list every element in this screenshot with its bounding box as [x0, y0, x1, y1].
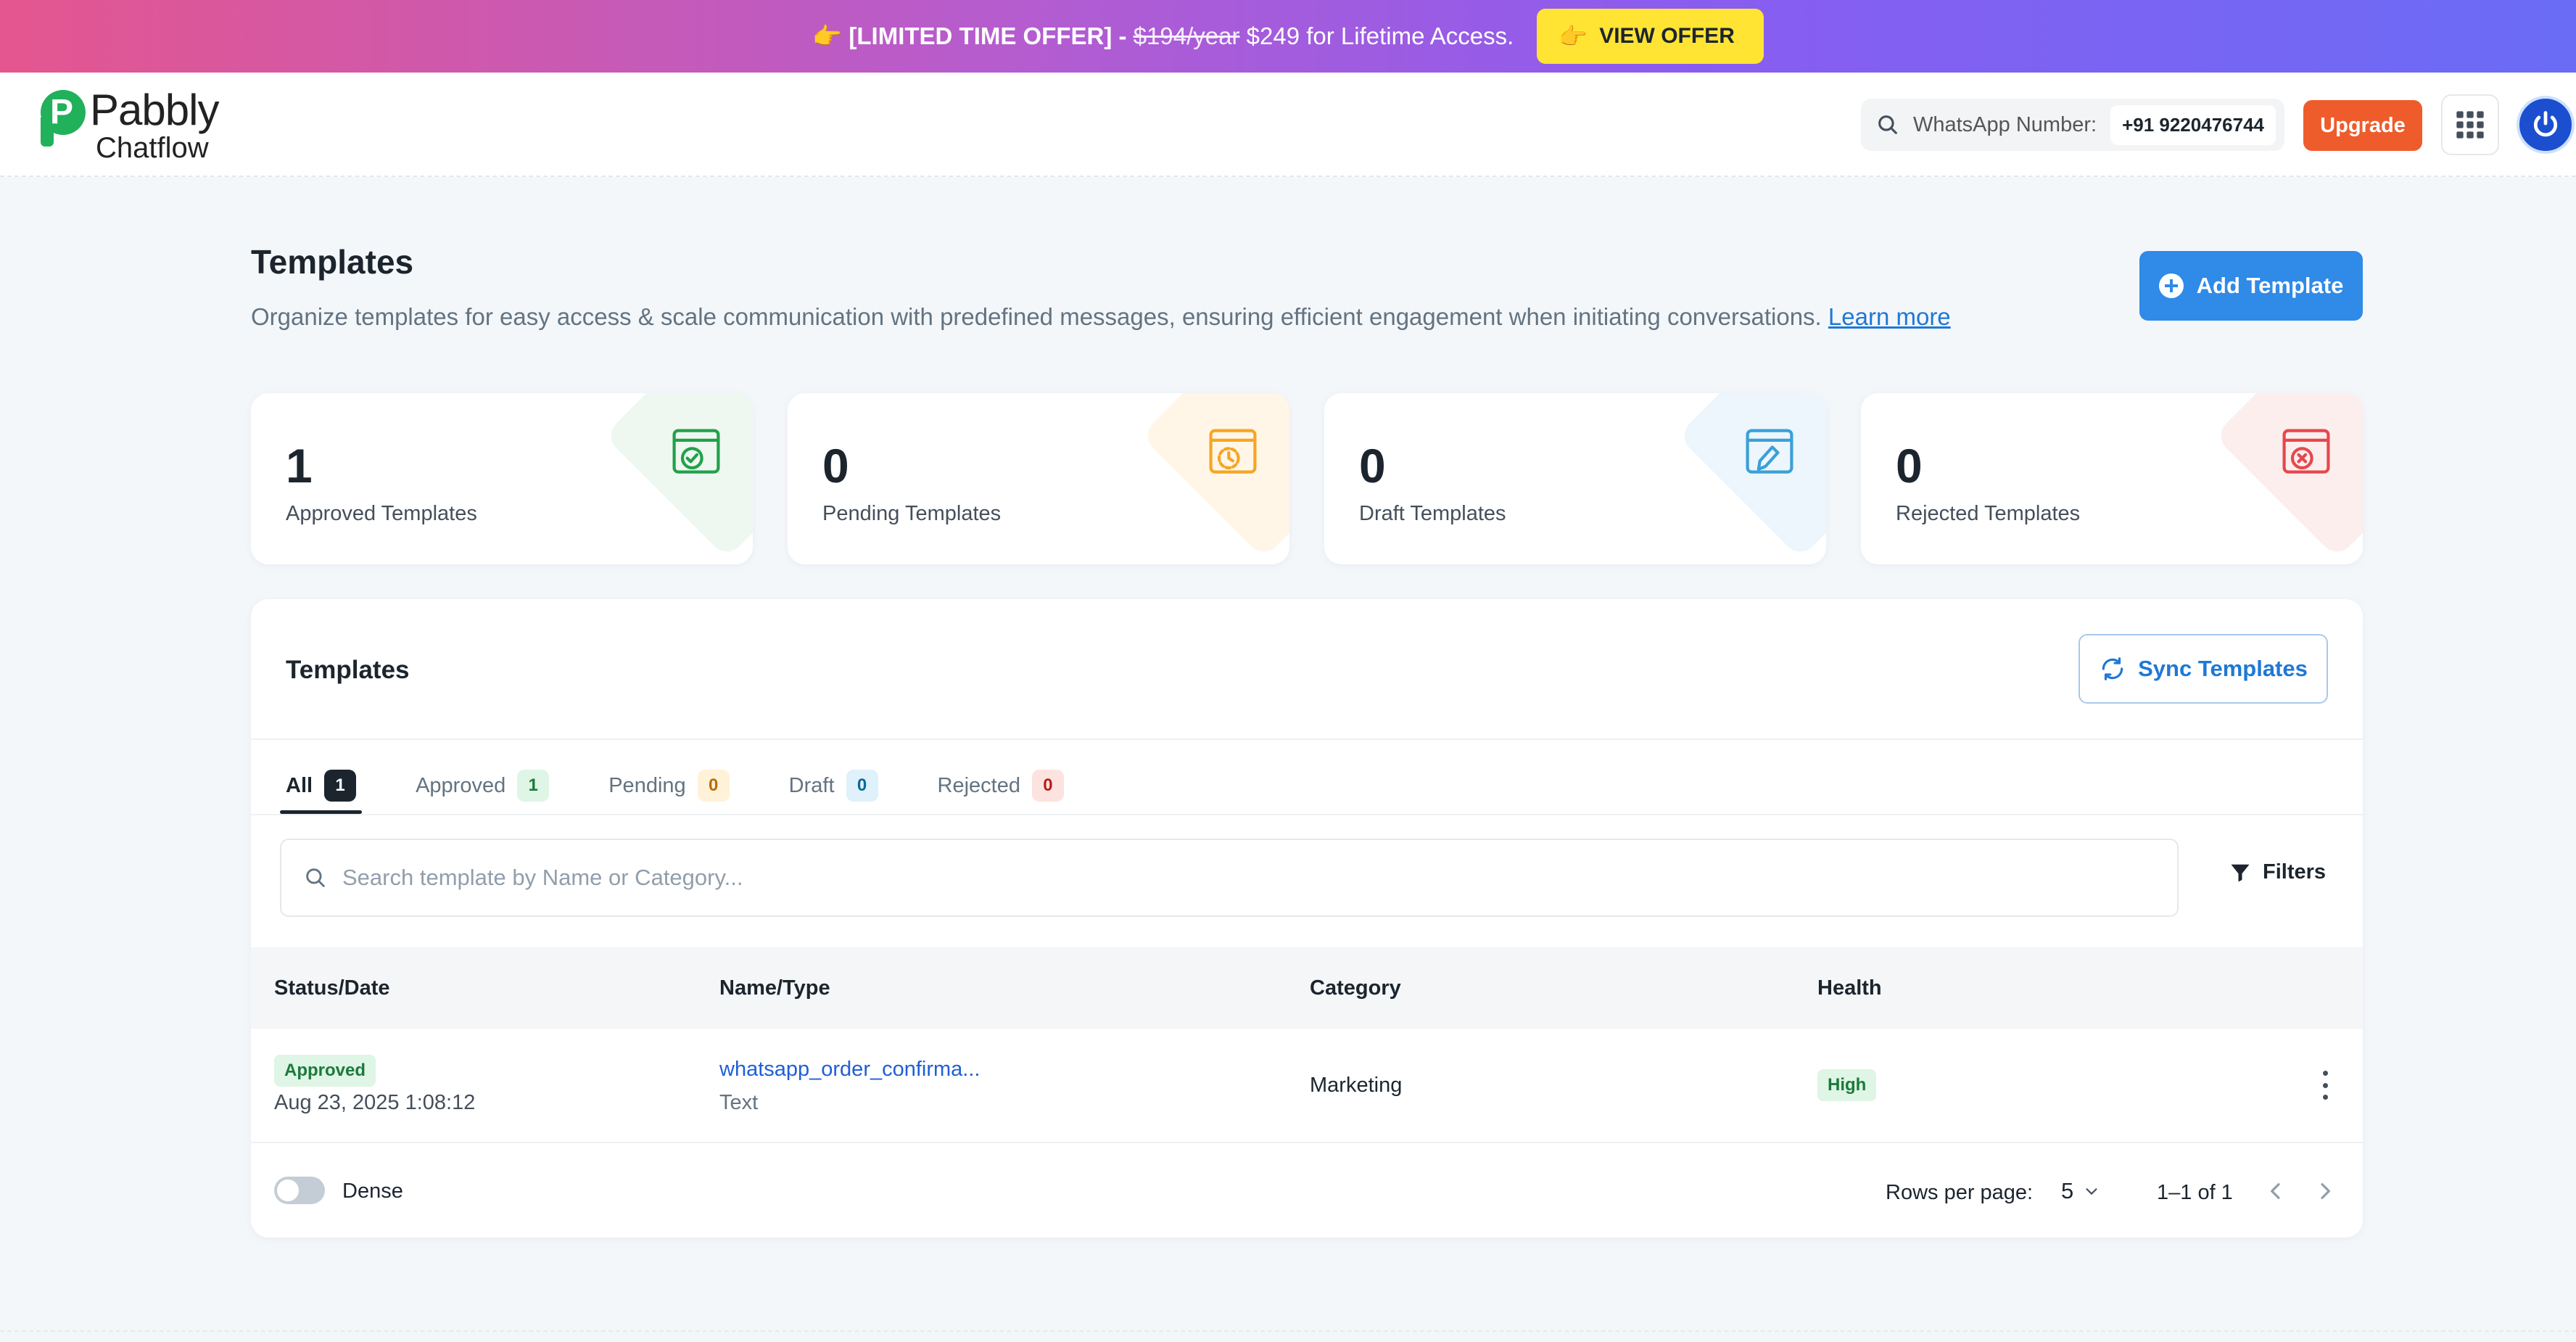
- rows-per-page-select[interactable]: 5: [2061, 1178, 2100, 1204]
- stat-label: Draft Templates: [1359, 502, 1506, 525]
- approved-template-icon: [672, 429, 720, 474]
- sync-icon: [2102, 657, 2123, 680]
- tab-label: Draft: [788, 773, 835, 797]
- status-badge: Approved: [274, 1055, 376, 1087]
- status-tabs: All 1 Approved 1 Pending 0 Draft 0 Rejec…: [280, 757, 1118, 814]
- chevron-right-icon[interactable]: [2313, 1178, 2337, 1204]
- promo-text: 👉 [LIMITED TIME OFFER] - $194/year $249 …: [812, 22, 1514, 51]
- stat-label: Approved Templates: [286, 502, 477, 525]
- promo-price: $249 for Lifetime Access.: [1246, 22, 1514, 49]
- column-header-name-type[interactable]: Name/Type: [719, 976, 830, 1000]
- chevron-down-icon: [2086, 1188, 2097, 1195]
- tab-rejected[interactable]: Rejected 0: [932, 757, 1070, 814]
- pabbly-chatflow-logo[interactable]: Pabbly Chatflow: [41, 86, 219, 164]
- search-placeholder: Search template by Name or Category...: [342, 865, 743, 890]
- pointing-hand-icon: 👉: [1559, 23, 1588, 49]
- column-header-category[interactable]: Category: [1310, 976, 1401, 1000]
- logo-text-line1: Pabbly: [90, 86, 219, 134]
- tab-count-badge: 1: [324, 770, 357, 802]
- promo-old-price: $194/year: [1133, 22, 1240, 49]
- search-icon: [306, 868, 325, 887]
- health-badge: High: [1817, 1069, 1877, 1101]
- stat-label: Pending Templates: [822, 502, 1002, 525]
- divider: [251, 738, 2363, 740]
- user-avatar[interactable]: [2517, 96, 2575, 154]
- tab-count-badge: 0: [1031, 770, 1064, 802]
- tab-count-badge: 0: [697, 770, 730, 802]
- tab-label: All: [286, 773, 313, 797]
- filter-funnel-icon: [2231, 864, 2250, 881]
- templates-table-card: Templates Sync Templates All 1 Approved …: [251, 599, 2363, 1238]
- dense-toggle[interactable]: [274, 1177, 325, 1204]
- whatsapp-number-value: +91 9220476744: [2110, 104, 2276, 145]
- table-title: Templates: [286, 656, 410, 684]
- pagination-range: 1–1 of 1: [2157, 1181, 2233, 1204]
- search-icon: [1878, 115, 1897, 134]
- power-icon: [2533, 111, 2558, 137]
- divider: [251, 814, 2363, 815]
- add-template-button[interactable]: Add Template: [2139, 251, 2363, 321]
- learn-more-link[interactable]: Learn more: [1828, 303, 1951, 330]
- table-header: Status/Date Name/Type Category Health: [251, 947, 2363, 1029]
- apps-grid-icon: [2456, 111, 2484, 139]
- stat-value: 0: [1896, 439, 1923, 493]
- stat-value: 1: [286, 439, 313, 493]
- filters-label: Filters: [2263, 860, 2327, 884]
- column-header-health[interactable]: Health: [1817, 976, 1882, 1000]
- plus-circle-icon: [2158, 273, 2184, 298]
- stat-value: 0: [822, 439, 849, 493]
- rows-per-page-label: Rows per page:: [1886, 1181, 2034, 1204]
- template-search-input[interactable]: Search template by Name or Category...: [280, 839, 2179, 917]
- app-header: Pabbly Chatflow WhatsApp Number: +91 922…: [0, 73, 2576, 177]
- template-category: Marketing: [1310, 1074, 1403, 1097]
- filters-button[interactable]: Filters: [2229, 860, 2326, 884]
- pointing-hand-icon: 👉: [812, 22, 843, 49]
- draft-template-icon: [1746, 429, 1793, 474]
- tab-label: Rejected: [937, 773, 1020, 797]
- tab-label: Approved: [416, 773, 506, 797]
- dense-label: Dense: [342, 1180, 403, 1203]
- view-offer-button[interactable]: 👉 VIEW OFFER: [1537, 9, 1764, 64]
- template-date: Aug 23, 2025 1:08:12: [274, 1091, 476, 1114]
- table-row[interactable]: Approved Aug 23, 2025 1:08:12 whatsapp_o…: [251, 1029, 2363, 1143]
- pending-template-icon: [1209, 429, 1257, 474]
- apps-grid-button[interactable]: [2441, 94, 2499, 155]
- promo-prefix: [LIMITED TIME OFFER] -: [849, 22, 1127, 49]
- sync-templates-button[interactable]: Sync Templates: [2078, 634, 2328, 704]
- stat-card-draft: 0 Draft Templates: [1324, 393, 1826, 564]
- tab-count-badge: 0: [846, 770, 878, 802]
- whatsapp-number-selector[interactable]: WhatsApp Number: +91 9220476744: [1861, 99, 2284, 151]
- logo-mark-icon: [41, 88, 86, 148]
- tab-draft[interactable]: Draft 0: [783, 757, 884, 814]
- column-header-status-date[interactable]: Status/Date: [274, 976, 390, 1000]
- stat-card-pending: 0 Pending Templates: [788, 393, 1289, 564]
- template-type: Text: [719, 1091, 759, 1114]
- tab-all[interactable]: All 1: [280, 757, 363, 814]
- page-bottom-divider: [0, 1330, 2576, 1332]
- page-description-text: Organize templates for easy access & sca…: [251, 303, 1822, 330]
- stat-card-approved: 1 Approved Templates: [251, 393, 753, 564]
- table-footer: Dense Rows per page: 5 1–1 of 1: [251, 1143, 2363, 1238]
- stat-label: Rejected Templates: [1896, 502, 2081, 525]
- sync-templates-label: Sync Templates: [2138, 656, 2308, 681]
- stat-value: 0: [1359, 439, 1386, 493]
- rows-per-page-value: 5: [2061, 1178, 2074, 1203]
- tab-label: Pending: [608, 773, 686, 797]
- upgrade-button[interactable]: Upgrade: [2303, 100, 2422, 151]
- promo-banner: 👉 [LIMITED TIME OFFER] - $194/year $249 …: [0, 0, 2576, 73]
- add-template-label: Add Template: [2196, 273, 2344, 298]
- tab-count-badge: 1: [517, 770, 550, 802]
- logo-text-line2: Chatflow: [96, 132, 209, 164]
- tab-pending[interactable]: Pending 0: [603, 757, 735, 814]
- stat-card-rejected: 0 Rejected Templates: [1861, 393, 2363, 564]
- whatsapp-number-label: WhatsApp Number:: [1913, 112, 2097, 136]
- chevron-left-icon[interactable]: [2264, 1178, 2287, 1204]
- rejected-template-icon: [2282, 429, 2330, 474]
- tab-approved[interactable]: Approved 1: [410, 757, 555, 814]
- template-name-link[interactable]: whatsapp_order_confirma...: [719, 1058, 980, 1082]
- view-offer-label: VIEW OFFER: [1599, 24, 1735, 48]
- row-more-options-icon[interactable]: [2318, 1071, 2332, 1100]
- page-description: Organize templates for easy access & sca…: [251, 303, 1951, 331]
- page-title: Templates: [251, 243, 414, 281]
